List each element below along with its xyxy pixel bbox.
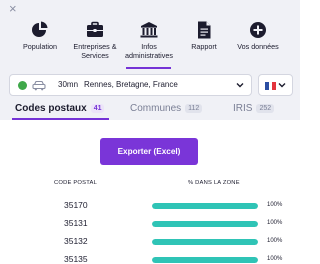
postal-code: 35132: [64, 236, 88, 246]
close-button[interactable]: ×: [9, 2, 17, 16]
nav-item-infos-administratives[interactable]: Infos administratives: [124, 20, 174, 60]
zone-share-percent: 100%: [267, 220, 283, 226]
tab-label: IRIS: [233, 103, 253, 114]
export-excel-button[interactable]: Exporter (Excel): [100, 138, 198, 165]
nav-item-label: Entreprises &: [73, 42, 117, 51]
car-icon: [32, 80, 46, 91]
zone-share-bar: [152, 257, 258, 263]
zone-share-bar: [152, 239, 258, 245]
zone-share-percent: 100%: [267, 238, 283, 244]
table-row: 35132 100%: [0, 235, 300, 249]
nav-item-label: Population: [23, 42, 57, 51]
zone-share-percent: 100%: [267, 256, 283, 262]
france-flag-icon: [265, 82, 277, 90]
count-badge: 112: [185, 104, 203, 113]
nav-item-entreprises[interactable]: Entreprises & Services: [70, 20, 120, 60]
chevron-down-icon: [278, 83, 286, 88]
location-selector[interactable]: 30mn Rennes, Bretagne, France: [9, 74, 252, 96]
status-dot: [18, 81, 27, 90]
nav-item-label: Rapport: [191, 42, 217, 51]
nav-active-indicator: [126, 67, 171, 69]
travel-duration: 30mn: [58, 80, 79, 89]
count-badge: 41: [90, 104, 105, 113]
nav-item-label: Vos données: [237, 42, 279, 51]
zone-share-bar: [152, 221, 258, 227]
nav-item-label: Services: [81, 51, 109, 60]
document-icon: [198, 21, 211, 39]
nav-item-population[interactable]: Population: [20, 20, 60, 51]
plus-circle-icon: [250, 22, 266, 38]
count-badge: 252: [256, 104, 275, 113]
column-header-code-postal: CODE POSTAL: [54, 180, 98, 186]
nav-item-label: Infos: [141, 42, 157, 51]
tab-iris[interactable]: IRIS 252: [233, 103, 275, 114]
postal-code: 35131: [64, 218, 88, 228]
table-row: 35170 100%: [0, 199, 300, 213]
tab-active-indicator: [12, 118, 109, 120]
zone-share-fill: [152, 221, 258, 227]
zone-share-fill: [152, 239, 258, 245]
table-row: 35135 100%: [0, 253, 300, 264]
tab-codes-postaux[interactable]: Codes postaux 41: [15, 103, 105, 114]
tab-label: Communes: [130, 103, 182, 114]
nav-item-rapport[interactable]: Rapport: [186, 20, 222, 51]
nav-item-label: administratives: [125, 51, 173, 60]
language-selector[interactable]: [258, 74, 293, 96]
institution-icon: [140, 22, 158, 38]
postal-code: 35170: [64, 200, 88, 210]
postal-code: 35135: [64, 254, 88, 264]
zone-share-fill: [152, 203, 258, 209]
table-row: 35131 100%: [0, 217, 300, 231]
pie-chart-icon: [32, 21, 48, 37]
zone-share-fill: [152, 257, 258, 263]
main-nav: Population Entreprises & Services Infos …: [0, 20, 300, 72]
tab-label: Codes postaux: [15, 103, 87, 114]
column-header-pct-zone: % DANS LA ZONE: [188, 180, 240, 186]
top-panel: × Population Entreprises & Services Info…: [0, 0, 300, 120]
chevron-down-icon: [236, 83, 244, 88]
tab-communes[interactable]: Communes 112: [130, 103, 203, 114]
nav-item-vos-donnees[interactable]: Vos données: [232, 20, 284, 51]
zone-share-percent: 100%: [267, 202, 283, 208]
zone-share-bar: [152, 203, 258, 209]
location-name: Rennes, Bretagne, France: [84, 80, 178, 89]
briefcase-icon: [87, 21, 103, 37]
